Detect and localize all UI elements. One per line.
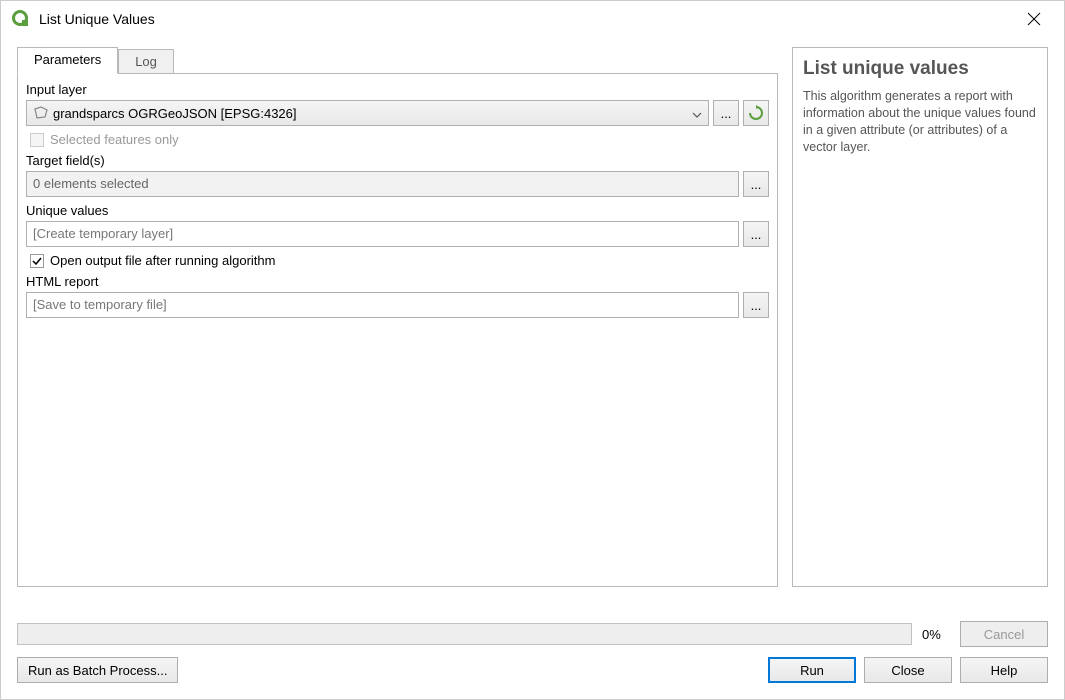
- html-report-row: [Save to temporary file] ...: [26, 292, 769, 318]
- tab-bar: Parameters Log: [17, 47, 778, 73]
- unique-values-browse-button[interactable]: ...: [743, 221, 769, 247]
- progress-bar: [17, 623, 912, 645]
- open-output-row: Open output file after running algorithm: [30, 253, 769, 268]
- dialog-window: List Unique Values Parameters Log Input …: [0, 0, 1065, 700]
- open-output-label: Open output file after running algorithm: [50, 253, 275, 268]
- progress-percent: 0%: [922, 627, 950, 642]
- progress-row: 0% Cancel: [17, 621, 1048, 647]
- titlebar: List Unique Values: [1, 1, 1064, 37]
- target-fields-browse-button[interactable]: ...: [743, 171, 769, 197]
- unique-values-label: Unique values: [26, 203, 769, 218]
- polygon-layer-icon: [33, 105, 49, 121]
- browse-layer-button[interactable]: ...: [713, 100, 739, 126]
- target-fields-label: Target field(s): [26, 153, 769, 168]
- input-layer-combo[interactable]: grandsparcs OGRGeoJSON [EPSG:4326]: [26, 100, 709, 126]
- input-layer-label: Input layer: [26, 82, 769, 97]
- window-title: List Unique Values: [39, 11, 1014, 27]
- button-row: Run as Batch Process... Run Close Help: [17, 657, 1048, 683]
- cancel-button: Cancel: [960, 621, 1048, 647]
- html-report-label: HTML report: [26, 274, 769, 289]
- run-button[interactable]: Run: [768, 657, 856, 683]
- qgis-app-icon: [11, 9, 31, 29]
- close-button[interactable]: [1014, 4, 1054, 34]
- unique-values-output-input[interactable]: [Create temporary layer]: [26, 221, 739, 247]
- parameters-column: Parameters Log Input layer grandsparcs: [17, 47, 778, 587]
- target-fields-input[interactable]: 0 elements selected: [26, 171, 739, 197]
- html-report-browse-button[interactable]: ...: [743, 292, 769, 318]
- tab-parameters[interactable]: Parameters: [17, 47, 118, 74]
- help-panel: List unique values This algorithm genera…: [792, 47, 1048, 587]
- selected-only-row: Selected features only: [30, 132, 769, 147]
- help-title: List unique values: [803, 58, 1037, 80]
- iterate-features-button[interactable]: [743, 100, 769, 126]
- close-dialog-button[interactable]: Close: [864, 657, 952, 683]
- unique-values-row: [Create temporary layer] ...: [26, 221, 769, 247]
- input-layer-value: grandsparcs OGRGeoJSON [EPSG:4326]: [53, 106, 692, 121]
- selected-only-checkbox: [30, 133, 44, 147]
- tab-log[interactable]: Log: [118, 49, 174, 73]
- help-button[interactable]: Help: [960, 657, 1048, 683]
- run-batch-button[interactable]: Run as Batch Process...: [17, 657, 178, 683]
- target-fields-row: 0 elements selected ...: [26, 171, 769, 197]
- open-output-checkbox[interactable]: [30, 254, 44, 268]
- selected-only-label: Selected features only: [50, 132, 179, 147]
- input-layer-row: grandsparcs OGRGeoJSON [EPSG:4326] ...: [26, 100, 769, 126]
- chevron-down-icon: [692, 106, 702, 121]
- parameters-panel: Input layer grandsparcs OGRGeoJSON [EPSG…: [17, 73, 778, 587]
- main-row: Parameters Log Input layer grandsparcs: [17, 47, 1048, 587]
- help-description: This algorithm generates a report with i…: [803, 88, 1037, 156]
- dialog-content: Parameters Log Input layer grandsparcs: [1, 37, 1064, 699]
- html-report-output-input[interactable]: [Save to temporary file]: [26, 292, 739, 318]
